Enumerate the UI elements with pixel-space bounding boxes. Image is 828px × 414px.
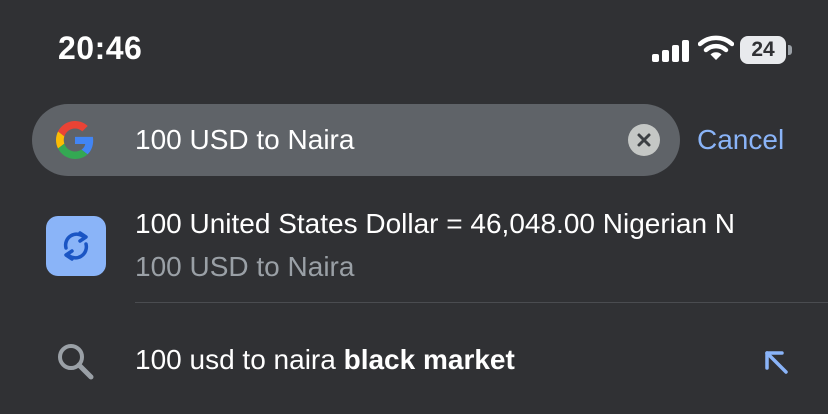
search-bar[interactable]: 100 USD to Naira [32,104,680,176]
battery-level: 24 [751,38,775,61]
google-icon [56,121,94,159]
battery-icon: 24 [740,36,786,64]
search-icon [58,344,94,380]
clear-button[interactable] [628,124,660,156]
wifi-icon [698,35,734,60]
conversion-result: 100 United States Dollar = 46,048.00 Nig… [135,208,736,239]
conversion-suggestion[interactable]: 100 United States Dollar = 46,048.00 Nig… [0,196,828,302]
search-suggestion[interactable]: 100 usd to naira black market [0,320,828,406]
cancel-button[interactable]: Cancel [697,124,784,156]
currency-convert-icon [46,216,106,276]
battery-nub [788,45,792,55]
signal-icon [652,38,692,62]
status-time: 20:46 [58,30,143,66]
status-bar: 20:46 24 [0,0,828,96]
conversion-subtitle: 100 USD to Naira [135,251,355,282]
text-fade [748,206,828,246]
arrow-up-left-icon[interactable] [760,346,792,378]
clear-icon [637,133,651,147]
suggestion-prefix: 100 usd to naira [135,344,344,375]
divider [135,302,828,303]
suggestion-bold: black market [343,344,515,375]
search-input[interactable]: 100 USD to Naira [135,124,354,156]
suggestion-text: 100 usd to naira black market [135,344,515,376]
